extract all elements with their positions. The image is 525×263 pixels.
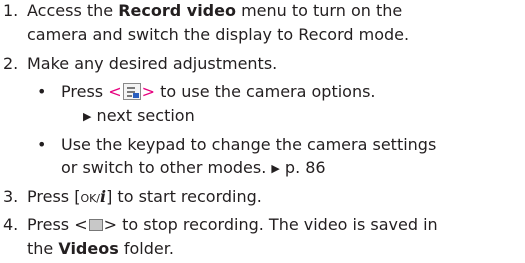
bracket-open: < [108,82,122,101]
step-3-number: 3. [3,187,19,206]
step-4-text-pre: Press < [27,215,88,234]
bullet-dot: • [37,135,47,154]
next-section-reference: next section [91,106,195,125]
step-1-text-post: menu to turn on the [235,1,403,20]
bullet-1-text-post: to use the camera options. [155,82,376,101]
step-3-text-post: ] to start recording. [106,187,262,206]
stop-icon [88,219,103,231]
step-2-text: Make any desired adjustments. [27,54,278,73]
videos-folder-label: Videos [58,239,119,258]
record-video-menu-label: Record video [118,1,236,20]
camera-options-icon [122,83,141,100]
bullet-dot: • [37,82,47,101]
bullet-2-line-1: • Use the keypad to change the camera se… [37,134,436,156]
bullet-2-text-line-1: Use the keypad to change the camera sett… [61,135,437,154]
step-4-text-post: > to stop recording. The video is saved … [103,215,438,234]
page-reference: p. 86 [279,158,326,177]
step-2-number: 2. [3,54,19,73]
step-1-number: 1. [3,1,19,20]
step-4-number: 4. [3,215,19,234]
bullet-1-line-1: • Press < > to use the camera options. [37,81,376,103]
bullet-1-text-pre: Press [61,82,109,101]
step-1-text-line-2: camera and switch the display to Record … [27,25,410,44]
step-1-text-pre: Access the [27,1,119,20]
ok-key-label: OK/ [80,192,101,205]
bullet-1-line-2: ▶ next section [83,105,195,128]
step-3-text-pre: Press [ [27,187,81,206]
bullet-2-text-line-2: or switch to other modes. [61,158,272,177]
bracket-close: > [141,82,156,101]
step-4-text-line-2-pre: the [27,239,59,258]
bullet-2-line-2: or switch to other modes. ▶ p. 86 [61,157,326,180]
triangle-right-icon: ▶ [271,162,280,175]
instruction-page: 1. Access the Record video menu to turn … [0,0,525,263]
step-4-text-line-2-post: folder. [118,239,174,258]
